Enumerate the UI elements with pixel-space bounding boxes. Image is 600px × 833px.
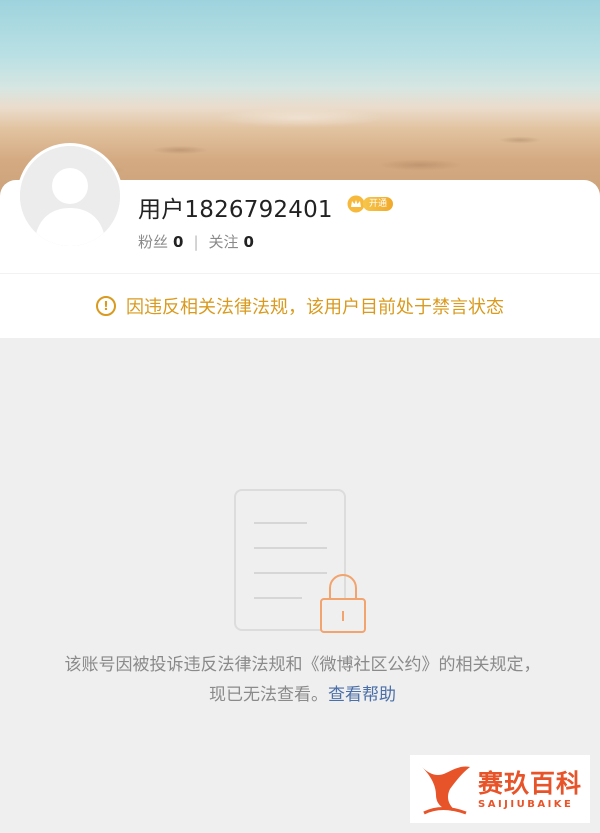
avatar[interactable] [17,143,123,249]
ban-notice-bar: ! 因违反相关法律法规，该用户目前处于禁言状态 [0,274,600,338]
watermark-en-text: SAIJIUBAIKE [478,798,574,810]
username: 用户1826792401 [138,197,333,223]
followers-stat[interactable]: 粉丝 0 [138,231,183,252]
blocked-message-text: 该账号因被投诉违反法律法规和《微博社区公约》的相关规定，现已无法查看。 [64,655,541,705]
ban-notice-text: 因违反相关法律法规，该用户目前处于禁言状态 [126,297,504,318]
following-stat[interactable]: 关注 0 [209,231,254,252]
account-blocked-message: 该账号因被投诉违反法律法规和《微博社区公约》的相关规定，现已无法查看。查看帮助 [60,650,545,710]
site-watermark: 赛玖百科 SAIJIUBAIKE [410,755,590,823]
stats-separator: | [193,232,199,251]
following-label: 关注 [208,233,239,251]
profile-stats: 粉丝 0 | 关注 0 [138,231,254,252]
followers-count: 0 [173,233,184,251]
watermark-cn-text: 赛玖百科 [478,768,583,798]
following-count: 0 [243,233,254,251]
document-lock-icon [234,489,366,633]
watermark-logo-icon [422,766,470,815]
followers-label: 粉丝 [138,233,169,251]
warning-circle-icon: ! [96,296,116,316]
view-help-link[interactable]: 查看帮助 [328,685,396,705]
vip-label: 开通 [363,197,394,211]
vip-open-badge[interactable]: 开通 [347,195,394,213]
default-avatar-icon [20,146,120,246]
